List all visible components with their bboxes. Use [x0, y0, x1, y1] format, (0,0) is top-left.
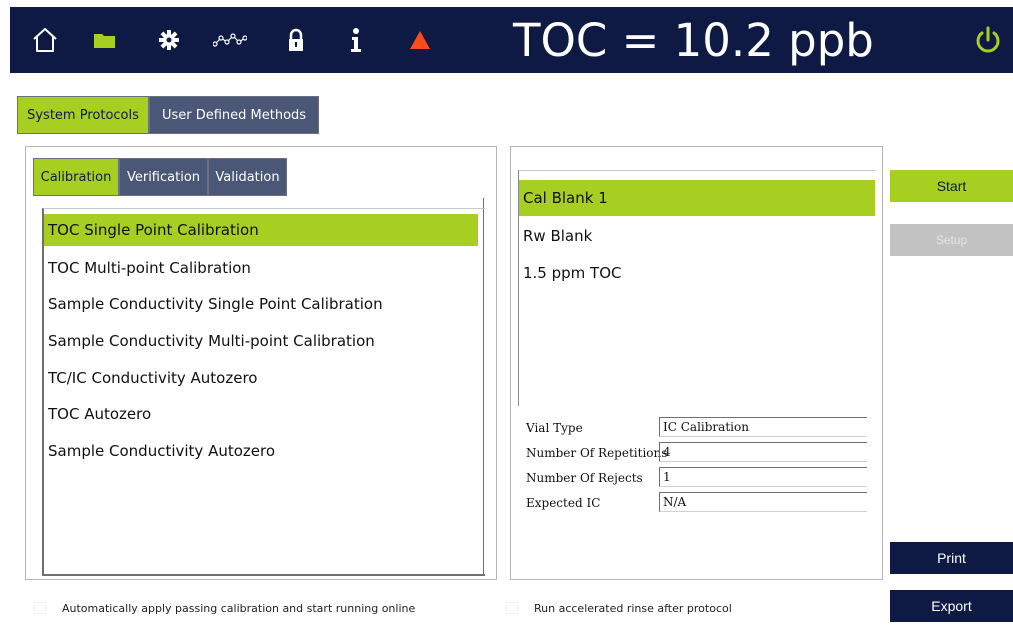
data-trend-icon[interactable] [213, 25, 247, 55]
list-item[interactable]: Rw Blank [519, 218, 592, 254]
accelerated-rinse-option[interactable]: Run accelerated rinse after protocol [506, 600, 732, 616]
vial-type-field[interactable]: IC Calibration [659, 417, 867, 437]
home-icon[interactable] [30, 25, 60, 55]
repetitions-field[interactable]: 4 [659, 442, 867, 462]
method-list: TOC Single Point Calibration TOC Multi-p… [42, 208, 485, 576]
lock-icon[interactable] [286, 25, 306, 55]
list-item[interactable]: 1.5 ppm TOC [519, 255, 622, 291]
gear-icon[interactable] [157, 25, 181, 55]
tab-validation[interactable]: Validation [208, 158, 287, 196]
top-toolbar: TOC = 10.2 ppb [10, 7, 1013, 73]
accelerated-rinse-label: Run accelerated rinse after protocol [534, 601, 732, 615]
rejects-field[interactable]: 1 [659, 467, 867, 487]
list-item[interactable]: Sample Conductivity Autozero [44, 435, 275, 467]
list-item[interactable]: TOC Single Point Calibration [44, 214, 478, 246]
tab-verification[interactable]: Verification [119, 158, 208, 196]
print-button[interactable]: Print [890, 542, 1013, 574]
list-item[interactable]: Sample Conductivity Multi-point Calibrat… [44, 325, 375, 357]
auto-apply-option[interactable]: Automatically apply passing calibration … [34, 600, 415, 616]
setup-button[interactable]: Setup [890, 224, 1013, 256]
folder-icon[interactable] [92, 25, 118, 55]
power-icon[interactable] [973, 25, 1003, 55]
expected-ic-field[interactable]: N/A [659, 492, 867, 512]
vial-type-label: Vial Type [526, 421, 583, 435]
warning-icon[interactable] [408, 25, 432, 55]
repetitions-label: Number Of Repetitions [526, 446, 668, 460]
tab-user-defined-methods[interactable]: User Defined Methods [149, 96, 319, 134]
list-item[interactable]: TOC Autozero [44, 398, 151, 430]
start-button[interactable]: Start [890, 170, 1013, 202]
tab-system-protocols[interactable]: System Protocols [17, 96, 149, 134]
list-item[interactable]: TC/IC Conductivity Autozero [44, 362, 257, 394]
auto-apply-label: Automatically apply passing calibration … [62, 601, 416, 615]
auto-apply-checkbox[interactable] [34, 602, 46, 614]
toc-readout: TOC = 10.2 ppb [513, 14, 874, 67]
export-button[interactable]: Export [890, 590, 1013, 622]
list-item[interactable]: Cal Blank 1 [519, 180, 875, 216]
accelerated-rinse-checkbox[interactable] [506, 602, 518, 614]
sample-list: Cal Blank 1 Rw Blank 1.5 ppm TOC [518, 170, 876, 406]
tab-calibration[interactable]: Calibration [33, 158, 119, 196]
rejects-label: Number Of Rejects [526, 471, 643, 485]
list-item[interactable]: Sample Conductivity Single Point Calibra… [44, 288, 383, 320]
list-item[interactable]: TOC Multi-point Calibration [44, 252, 251, 284]
expected-ic-label: Expected IC [526, 496, 601, 510]
info-icon[interactable] [348, 25, 364, 55]
